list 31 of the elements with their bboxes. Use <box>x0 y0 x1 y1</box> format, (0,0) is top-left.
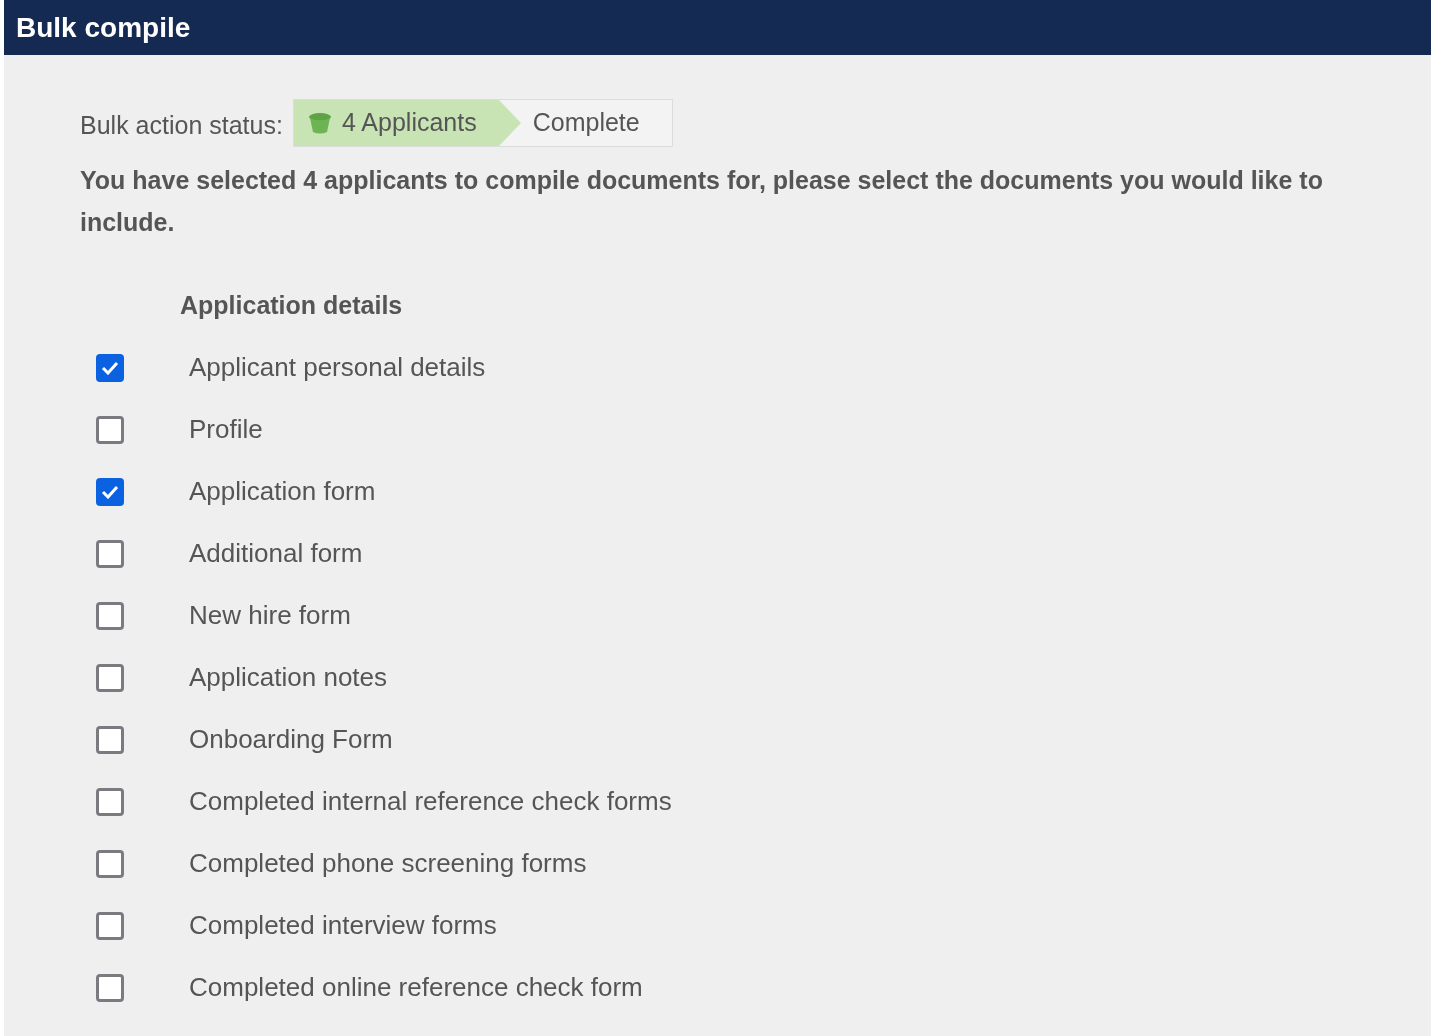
checkbox[interactable] <box>96 663 124 692</box>
check-icon <box>101 484 119 499</box>
checkbox-label: Completed phone screening forms <box>189 847 587 880</box>
bucket-icon <box>307 112 332 134</box>
checkbox[interactable] <box>96 911 124 940</box>
check-icon <box>101 360 119 375</box>
checkbox[interactable] <box>96 725 124 754</box>
checkbox-label: Application form <box>189 475 376 508</box>
status-step: Complete <box>520 100 672 146</box>
checkbox[interactable] <box>96 415 124 444</box>
window-title: Bulk compile <box>16 10 191 45</box>
checkbox-label: New hire form <box>189 599 351 632</box>
checkbox-label: Profile <box>189 413 263 446</box>
checkbox[interactable] <box>96 849 124 878</box>
checkbox[interactable] <box>96 787 124 816</box>
checkbox-label: Additional form <box>189 537 363 570</box>
checkbox-label: Completed internal reference check forms <box>189 785 672 818</box>
section-heading: Application details <box>180 290 404 321</box>
checkbox[interactable] <box>96 539 124 568</box>
checkbox[interactable] <box>96 477 124 506</box>
status-label: Bulk action status: <box>80 110 283 142</box>
arrow-icon <box>498 100 521 146</box>
checkbox[interactable] <box>96 353 124 382</box>
checkbox[interactable] <box>96 601 124 630</box>
checkbox-label: Onboarding Form <box>189 723 393 756</box>
instructions-text: You have selected 4 applicants to compile documents for, please select the documents you would like to include. <box>80 165 1324 238</box>
checkbox-label: Completed interview forms <box>189 909 497 942</box>
checkbox[interactable] <box>96 973 124 1002</box>
checkbox-label: Completed online reference check form <box>189 971 643 1004</box>
checkbox-label: Applicant personal details <box>189 351 486 384</box>
checkbox-label: Application notes <box>189 661 388 694</box>
